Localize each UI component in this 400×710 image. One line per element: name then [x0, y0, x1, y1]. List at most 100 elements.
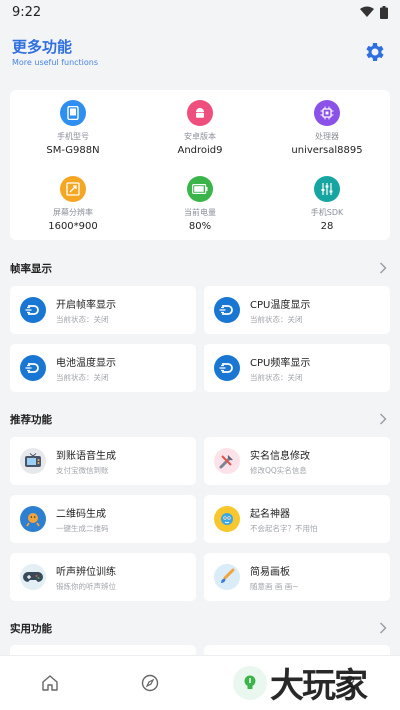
tile-title: 听声辨位训练	[56, 566, 116, 578]
settings-button[interactable]	[362, 39, 388, 65]
nav-active-indicator	[233, 666, 267, 700]
device-info-card: 手机型号 SM-G988N 安卓版本 Android9 处理器 universa…	[10, 90, 390, 240]
status-time: 9:22	[12, 4, 42, 20]
battery-icon	[187, 176, 213, 202]
info-phone-model: 手机型号 SM-G988N	[10, 100, 136, 156]
tile-cpu-frequency[interactable]: CPU频率显示 当前状态：关闭	[204, 344, 390, 392]
tile-title: 开启帧率显示	[56, 299, 116, 311]
chevron-right-icon	[376, 621, 390, 635]
compass-icon	[141, 674, 159, 692]
name-character-icon	[214, 506, 240, 532]
sliders-icon	[314, 176, 340, 202]
tile-title: 实名信息修改	[250, 450, 310, 462]
tile-simple-drawing[interactable]: 简易画板 随意画 画 画~	[204, 553, 390, 601]
info-value: Android9	[177, 145, 223, 156]
tv-icon	[20, 448, 46, 474]
page-subtitle: More useful functions	[12, 57, 99, 67]
tile-subtitle: 随意画 画 画~	[250, 581, 299, 591]
section-title: 推荐功能	[10, 413, 52, 426]
home-icon	[42, 675, 58, 691]
header-titles: 更多功能 More useful functions	[12, 38, 98, 67]
tile-subtitle: 不会起名字？不用怕	[250, 523, 318, 533]
tile-text: 电池温度显示 当前状态：关闭	[56, 354, 116, 383]
resolution-icon	[60, 176, 86, 202]
section-title: 帧率显示	[10, 262, 52, 275]
tile-text: CPU频率显示 当前状态：关闭	[250, 354, 310, 383]
tile-title: CPU温度显示	[250, 299, 311, 311]
gamepad-icon	[20, 564, 46, 590]
section-title: 实用功能	[10, 622, 52, 635]
paintbrush-icon	[214, 564, 240, 590]
chip-icon	[314, 100, 340, 126]
tile-subtitle: 一键生成二维码	[56, 523, 109, 533]
tile-enable-frame-rate[interactable]: 开启帧率显示 当前状态：关闭	[10, 286, 196, 334]
info-value: 1600*900	[48, 221, 98, 232]
section-practical-header[interactable]: 实用功能	[10, 617, 390, 639]
dashboard-icon	[20, 355, 46, 381]
tile-title: 起名神器	[250, 508, 290, 520]
info-value: 28	[320, 221, 334, 232]
tile-qrcode-generator[interactable]: 二维码生成 一键生成二维码	[10, 495, 196, 543]
chevron-right-icon	[376, 261, 390, 275]
info-label: 屏幕分辨率	[53, 208, 93, 217]
tile-text: 实名信息修改 修改QQ实名信息	[250, 447, 310, 476]
dashboard-icon	[214, 355, 240, 381]
info-value: 80%	[188, 221, 212, 232]
status-bar: 9:22	[0, 0, 400, 24]
tile-subtitle: 当前状态：关闭	[250, 372, 303, 382]
gear-icon	[366, 43, 384, 61]
info-label: 处理器	[315, 132, 339, 141]
battery-status-icon	[380, 5, 388, 19]
tile-title: 电池温度显示	[56, 357, 116, 369]
tile-subtitle: 支付宝微信到账	[56, 465, 109, 475]
watermark-logo: 大玩家	[270, 666, 368, 706]
info-label: 当前电量	[184, 208, 216, 217]
android-icon	[187, 100, 213, 126]
tile-voice-generator[interactable]: 到账语音生成 支付宝微信到账	[10, 437, 196, 485]
tile-text: 起名神器 不会起名字？不用怕	[250, 505, 318, 534]
page-header: 更多功能 More useful functions	[0, 24, 400, 80]
status-icons	[360, 5, 388, 19]
info-battery: 当前电量 80%	[137, 176, 263, 232]
tile-subtitle: 当前状态：关闭	[56, 372, 109, 382]
info-value: universal8895	[291, 145, 363, 156]
tile-subtitle: 当前状态：关闭	[250, 314, 303, 324]
wifi-icon	[360, 6, 374, 17]
nav-more[interactable]	[230, 663, 270, 703]
tile-text: 二维码生成 一键生成二维码	[56, 505, 109, 534]
info-resolution: 屏幕分辨率 1600*900	[10, 176, 136, 232]
tile-realname-modify[interactable]: 实名信息修改 修改QQ实名信息	[204, 437, 390, 485]
info-value: SM-G988N	[46, 145, 100, 156]
info-label: 手机型号	[57, 132, 89, 141]
tile-text: 听声辨位训练 锻炼你的听声辨位	[56, 563, 116, 592]
nav-discover[interactable]	[130, 663, 170, 703]
info-processor: 处理器 universal8895	[264, 100, 390, 156]
tile-subtitle: 锻炼你的听声辨位	[56, 581, 116, 591]
dashboard-icon	[214, 297, 240, 323]
tile-sound-training[interactable]: 听声辨位训练 锻炼你的听声辨位	[10, 553, 196, 601]
wrench-icon	[214, 448, 240, 474]
tile-name-generator[interactable]: 起名神器 不会起名字？不用怕	[204, 495, 390, 543]
info-label: 安卓版本	[184, 132, 216, 141]
phone-icon	[60, 100, 86, 126]
section-recommended-header[interactable]: 推荐功能	[10, 408, 390, 430]
lightbulb-icon	[244, 675, 256, 689]
tile-text: 简易画板 随意画 画 画~	[250, 563, 299, 592]
tile-title: 到账语音生成	[56, 450, 116, 462]
dashboard-icon	[20, 297, 46, 323]
tile-title: CPU频率显示	[250, 357, 311, 369]
tile-text: 到账语音生成 支付宝微信到账	[56, 447, 116, 476]
tile-title: 简易画板	[250, 566, 290, 578]
nav-home[interactable]	[30, 663, 70, 703]
tile-subtitle: 当前状态：关闭	[56, 314, 109, 324]
info-sdk: 手机SDK 28	[264, 176, 390, 232]
tile-title: 二维码生成	[56, 508, 106, 520]
tile-cpu-temperature[interactable]: CPU温度显示 当前状态：关闭	[204, 286, 390, 334]
tile-battery-temperature[interactable]: 电池温度显示 当前状态：关闭	[10, 344, 196, 392]
qrcode-character-icon	[20, 506, 46, 532]
tile-subtitle: 修改QQ实名信息	[250, 465, 307, 475]
section-frame-rate-header[interactable]: 帧率显示	[10, 257, 390, 279]
tile-text: 开启帧率显示 当前状态：关闭	[56, 296, 116, 325]
tile-text: CPU温度显示 当前状态：关闭	[250, 296, 310, 325]
page-title: 更多功能	[12, 37, 73, 56]
